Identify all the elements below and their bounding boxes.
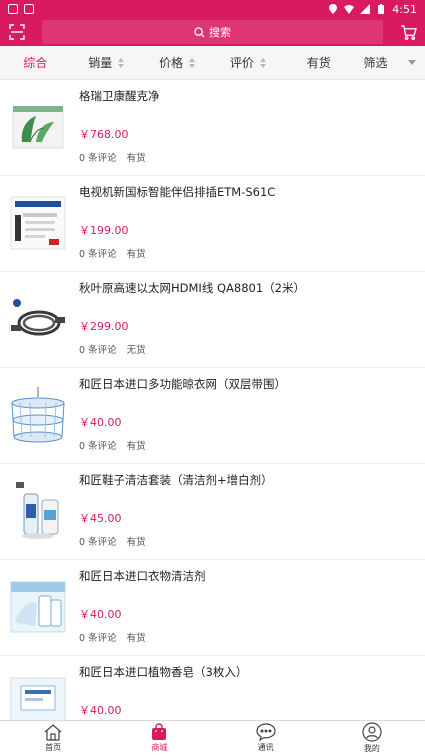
nav-label: 我的 xyxy=(363,744,380,753)
battery-icon xyxy=(378,4,385,14)
chevron-down-icon xyxy=(407,60,416,65)
header: 搜索 xyxy=(0,18,425,46)
filter-label: 评价 xyxy=(229,56,254,70)
shopping-bag-icon xyxy=(152,723,167,740)
power-strip-product-image xyxy=(8,188,68,258)
review-count: 0 条评论 xyxy=(79,441,117,452)
product-title: 和匠鞋子清洁套装（清洁剂+增白剂） xyxy=(79,473,273,487)
review-count: 0 条评论 xyxy=(79,345,117,356)
product-title: 格瑞卫康醒克净 xyxy=(79,89,160,103)
product-title: 和匠日本进口多功能晾衣网（双层带围） xyxy=(79,377,286,391)
filter-price[interactable]: 价格 xyxy=(142,46,213,80)
product-meta: 0 条评论 有货 xyxy=(79,246,146,260)
shoe-cleaner-product-image xyxy=(8,476,68,546)
nav-home[interactable]: 首页 xyxy=(0,721,106,755)
filter-bar: 综合 销量 价格 评价 有货 筛选 xyxy=(0,46,425,80)
nav-profile[interactable]: 我的 xyxy=(319,721,425,755)
user-icon xyxy=(362,722,382,742)
cart-button[interactable] xyxy=(391,18,425,46)
filter-label: 有货 xyxy=(306,56,331,70)
status-right: 4:51 xyxy=(328,3,417,16)
hdmi-cable-product-image xyxy=(8,284,68,354)
review-count: 0 条评论 xyxy=(79,249,117,260)
product-item[interactable]: 和匠日本进口衣物清洁剂 ￥40.00 0 条评论 有货 xyxy=(0,560,425,656)
stock-status: 有货 xyxy=(126,153,146,164)
scan-icon xyxy=(9,24,25,40)
product-meta: 0 条评论 有货 xyxy=(79,534,146,548)
product-title: 和匠日本进口植物香皂（3枚入） xyxy=(79,665,248,679)
drying-net-product-image xyxy=(8,380,68,450)
chat-icon xyxy=(256,723,276,741)
product-meta: 0 条评论 有货 xyxy=(79,630,146,644)
product-item[interactable]: 和匠鞋子清洁套装（清洁剂+增白剂） ￥45.00 0 条评论 有货 xyxy=(0,464,425,560)
signal-icon xyxy=(360,4,371,14)
review-count: 0 条评论 xyxy=(79,633,117,644)
product-title: 和匠日本进口衣物清洁剂 xyxy=(79,569,206,583)
product-price: ￥199.00 xyxy=(79,224,129,237)
filter-in-stock[interactable]: 有货 xyxy=(283,46,354,80)
product-item[interactable]: 和匠日本进口植物香皂（3枚入） ￥40.00 xyxy=(0,656,425,720)
product-price: ￥768.00 xyxy=(79,128,129,141)
filter-label: 价格 xyxy=(159,56,184,70)
stock-status: 有货 xyxy=(126,537,146,548)
product-price: ￥40.00 xyxy=(79,608,122,621)
product-meta: 0 条评论 有货 xyxy=(79,438,146,452)
search-input[interactable]: 搜索 xyxy=(42,20,383,44)
product-price: ￥45.00 xyxy=(79,512,122,525)
review-count: 0 条评论 xyxy=(79,537,117,548)
sort-arrows-icon xyxy=(189,57,196,68)
sort-arrows-icon xyxy=(118,57,125,68)
stock-status: 无货 xyxy=(126,345,146,356)
product-title: 秋叶原高速以太网HDMI线 QA8801（2米） xyxy=(79,281,305,295)
plant-box-product-image xyxy=(8,92,68,162)
home-icon xyxy=(44,723,62,741)
soap-product-image xyxy=(8,668,68,720)
nav-label: 首页 xyxy=(45,742,62,752)
status-time: 4:51 xyxy=(392,2,417,16)
filter-rating[interactable]: 评价 xyxy=(212,46,283,80)
filter-sales[interactable]: 销量 xyxy=(71,46,142,80)
app-icon xyxy=(24,4,34,14)
product-meta: 0 条评论 有货 xyxy=(79,150,146,164)
search-label: 搜索 xyxy=(209,26,231,39)
product-item[interactable]: 秋叶原高速以太网HDMI线 QA8801（2米） ￥299.00 0 条评论 无… xyxy=(0,272,425,368)
nav-messages[interactable]: 通讯 xyxy=(213,721,319,755)
filter-label: 综合 xyxy=(23,56,48,70)
product-item[interactable]: 和匠日本进口多功能晾衣网（双层带围） ￥40.00 0 条评论 有货 xyxy=(0,368,425,464)
product-meta: 0 条评论 无货 xyxy=(79,342,146,356)
search-icon xyxy=(194,26,205,38)
nav-mall[interactable]: 商城 xyxy=(106,721,212,755)
location-icon xyxy=(329,4,338,14)
stock-status: 有货 xyxy=(126,249,146,260)
sort-arrows-icon xyxy=(259,57,266,68)
review-count: 0 条评论 xyxy=(79,153,117,164)
product-title: 电视机新国标智能伴侣排插ETM-S61C xyxy=(79,185,276,199)
filter-comprehensive[interactable]: 综合 xyxy=(0,46,71,80)
nav-label: 商城 xyxy=(151,743,168,752)
stock-status: 有货 xyxy=(126,441,146,452)
cart-icon xyxy=(400,24,417,40)
wifi-icon xyxy=(344,5,355,14)
nav-label: 通讯 xyxy=(257,743,274,752)
bottom-nav: 首页 商城 通讯 我的 xyxy=(0,720,425,755)
filter-screen[interactable]: 筛选 xyxy=(354,46,425,80)
laundry-detergent-product-image xyxy=(8,572,68,642)
status-left xyxy=(8,4,34,14)
stock-status: 有货 xyxy=(126,633,146,644)
product-list: 格瑞卫康醒克净 ￥768.00 0 条评论 有货 电视机新国标智能伴侣排插ETM… xyxy=(0,80,425,720)
product-item[interactable]: 电视机新国标智能伴侣排插ETM-S61C ￥199.00 0 条评论 有货 xyxy=(0,176,425,272)
filter-label: 销量 xyxy=(88,56,113,70)
product-price: ￥299.00 xyxy=(79,320,129,333)
filter-label: 筛选 xyxy=(363,56,388,70)
notification-icon xyxy=(8,4,18,14)
product-price: ￥40.00 xyxy=(79,416,122,429)
scan-button[interactable] xyxy=(0,18,34,46)
product-item[interactable]: 格瑞卫康醒克净 ￥768.00 0 条评论 有货 xyxy=(0,80,425,176)
product-price: ￥40.00 xyxy=(79,704,122,717)
status-bar: 4:51 xyxy=(0,0,425,18)
